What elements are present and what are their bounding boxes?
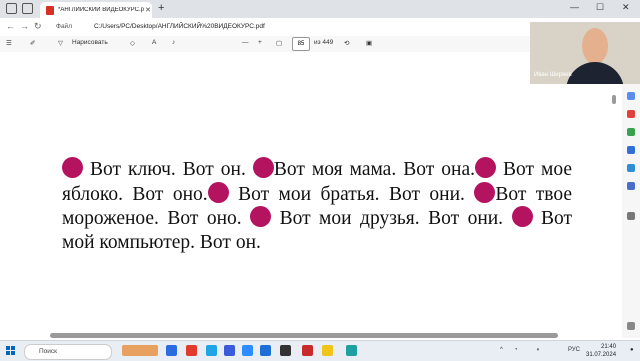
tray-arrow-icon[interactable]: ^ (500, 347, 503, 353)
bullet-dot (207, 181, 229, 203)
highlight-icon[interactable]: ✐ (30, 39, 35, 47)
settings-icon[interactable] (627, 322, 635, 330)
sentence: Вот ключ. Вот он. (90, 159, 246, 180)
rotate-icon[interactable]: ⟲ (344, 39, 349, 47)
text-icon[interactable]: A (152, 39, 156, 46)
pdf-file-icon (46, 5, 54, 15)
draw-button[interactable]: Нарисовать (72, 39, 108, 46)
games-icon[interactable] (627, 182, 635, 190)
sentence: Вот моя мама. Вот она. (273, 159, 475, 180)
explorer-icon[interactable] (322, 345, 333, 356)
sentence: Вот мои братья. Вот они. (238, 183, 465, 205)
table-of-contents-icon[interactable]: ☰ (6, 39, 12, 47)
skype-icon[interactable] (206, 345, 217, 356)
fit-page-icon[interactable]: ▢ (276, 39, 282, 47)
draw-icon[interactable]: ▽ (58, 39, 63, 47)
document-paragraph: Вот ключ. Вот он. Вот моя мама. Вот она.… (62, 157, 572, 254)
bullet-dot (252, 157, 274, 178)
zoom-in-button[interactable]: + (258, 39, 262, 46)
windows-taskbar: Поиск ^ ◔ ◖ РУС 21:40 31.07.2024 ● (0, 340, 640, 361)
bullet-dot (474, 157, 496, 178)
tab-pdf[interactable]: *АНГЛИЙСКИЙ ВИДЕОКУРС.pdf ✕ (40, 2, 152, 18)
vertical-scrollbar[interactable] (612, 95, 616, 104)
store-icon[interactable] (260, 345, 271, 356)
person-face (582, 28, 608, 64)
camera-app-icon[interactable] (280, 345, 291, 356)
media-icon[interactable] (302, 345, 313, 356)
network-icon[interactable]: ◔ (514, 347, 518, 353)
new-tab-button[interactable]: + (158, 2, 164, 14)
zoom-icon[interactable] (242, 345, 253, 356)
webcam-name-label: Иван Ширяев (534, 72, 572, 78)
task-view-icon[interactable] (166, 345, 177, 356)
person-body (566, 62, 624, 84)
tab-actions-icon[interactable] (22, 3, 33, 14)
tab-title: *АНГЛИЙСКИЙ ВИДЕОКУРС.pdf (58, 7, 144, 13)
eraser-icon[interactable]: ◇ (130, 39, 135, 47)
search-icon[interactable] (627, 92, 635, 100)
tools-icon[interactable] (627, 128, 635, 136)
maximize-button[interactable]: ☐ (596, 2, 604, 13)
back-icon[interactable]: ← (6, 21, 15, 31)
language-indicator[interactable]: РУС (568, 347, 580, 353)
widget-icon[interactable] (122, 345, 158, 356)
start-button[interactable] (6, 346, 16, 356)
bullet-dot (511, 206, 533, 227)
zoom-out-button[interactable]: — (242, 39, 249, 46)
browser-sidebar (622, 52, 640, 338)
notifications-icon[interactable]: ● (630, 347, 634, 353)
taskbar-search[interactable]: Поиск (24, 344, 112, 360)
webcam-overlay: Иван Ширяев (530, 22, 640, 84)
bullet-dot (474, 181, 496, 203)
total-pages: из 449 (314, 39, 334, 46)
forward-icon[interactable]: → (20, 21, 29, 31)
shopping-icon[interactable] (627, 110, 635, 118)
page-number-input[interactable]: 85 (292, 37, 310, 51)
office-icon[interactable] (627, 164, 635, 172)
minimize-button[interactable]: — (570, 2, 579, 12)
yandex-icon[interactable] (186, 345, 197, 356)
search-placeholder: Поиск (39, 348, 58, 355)
system-clock[interactable]: 21:40 31.07.2024 (586, 343, 616, 359)
clock-date: 31.07.2024 (586, 352, 617, 358)
bullet-dot (250, 206, 272, 227)
close-tab-icon[interactable]: ✕ (144, 6, 152, 14)
clock-time: 21:40 (601, 344, 617, 350)
read-aloud-icon[interactable]: ♪ (172, 39, 175, 46)
workspaces-icon[interactable] (6, 3, 17, 14)
close-window-button[interactable]: ✕ (622, 2, 630, 13)
app-icon[interactable] (224, 345, 235, 356)
file-label: Файл (56, 23, 72, 30)
volume-icon[interactable]: ◖ (536, 347, 540, 353)
add-icon[interactable] (627, 212, 635, 220)
refresh-icon[interactable]: ↻ (34, 21, 42, 32)
outlook-icon[interactable] (627, 146, 635, 154)
browser-tab-strip: *АНГЛИЙСКИЙ ВИДЕОКУРС.pdf ✕ + — ☐ ✕ (0, 0, 640, 18)
url-field[interactable]: C:/Users/PC/Desktop/АНГЛИЙСКИЙ%20ВИДЕОКУ… (94, 23, 265, 30)
sentence: Вот мои друзья. Вот они. (279, 208, 504, 229)
page-view-icon[interactable]: ▣ (366, 39, 372, 47)
edge-icon[interactable] (346, 345, 357, 356)
horizontal-scrollbar[interactable] (50, 333, 558, 338)
bullet-dot (62, 157, 83, 178)
